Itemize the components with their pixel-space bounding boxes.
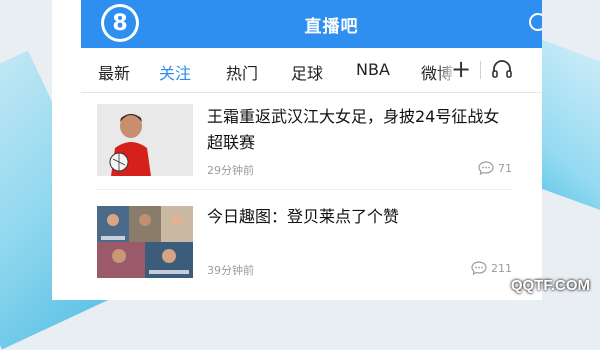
tab-football[interactable]: 足球 bbox=[291, 60, 323, 84]
audio-button[interactable] bbox=[491, 58, 513, 80]
add-tab-button[interactable]: + bbox=[449, 57, 473, 81]
news-thumbnail bbox=[97, 104, 193, 176]
comment-icon bbox=[478, 161, 494, 175]
news-divider bbox=[97, 189, 512, 190]
tab-nba[interactable]: NBA bbox=[356, 60, 390, 79]
tab-latest[interactable]: 最新 bbox=[98, 60, 130, 84]
tab-following[interactable]: 关注 bbox=[159, 60, 191, 84]
page-title: 直播吧 bbox=[304, 17, 359, 37]
headset-icon bbox=[492, 60, 512, 78]
news-headline[interactable]: 今日趣图：登贝莱点了个赞 bbox=[207, 204, 512, 230]
news-timestamp: 39分钟前 bbox=[207, 264, 254, 277]
comment-icon bbox=[471, 261, 487, 275]
comment-count-value: 71 bbox=[498, 161, 512, 175]
tab-divider bbox=[480, 61, 481, 79]
category-tabs: 最新 关注 热门 足球 NBA 微博 + bbox=[81, 48, 542, 93]
news-item[interactable]: 王霜重返武汉江大女足，身披24号征战女超联赛 29分钟前 71 bbox=[97, 104, 512, 186]
comment-count[interactable]: 71 bbox=[478, 161, 512, 175]
watermark: QQTF.COM bbox=[510, 277, 590, 294]
news-thumbnail bbox=[97, 206, 193, 278]
comment-count-value: 211 bbox=[491, 261, 512, 275]
news-timestamp: 29分钟前 bbox=[207, 164, 254, 177]
comment-count[interactable]: 211 bbox=[471, 261, 512, 275]
news-headline[interactable]: 王霜重返武汉江大女足，身披24号征战女超联赛 bbox=[207, 104, 512, 156]
news-item[interactable]: 今日趣图：登贝莱点了个赞 39分钟前 211 bbox=[97, 204, 512, 282]
tab-hot[interactable]: 热门 bbox=[226, 60, 258, 84]
search-icon bbox=[529, 13, 542, 31]
search-button[interactable] bbox=[526, 10, 542, 38]
app-screen: 8 直播吧 最新 关注 热门 足球 NBA 微博 + bbox=[52, 0, 542, 300]
header-bar: 8 直播吧 bbox=[81, 0, 542, 48]
